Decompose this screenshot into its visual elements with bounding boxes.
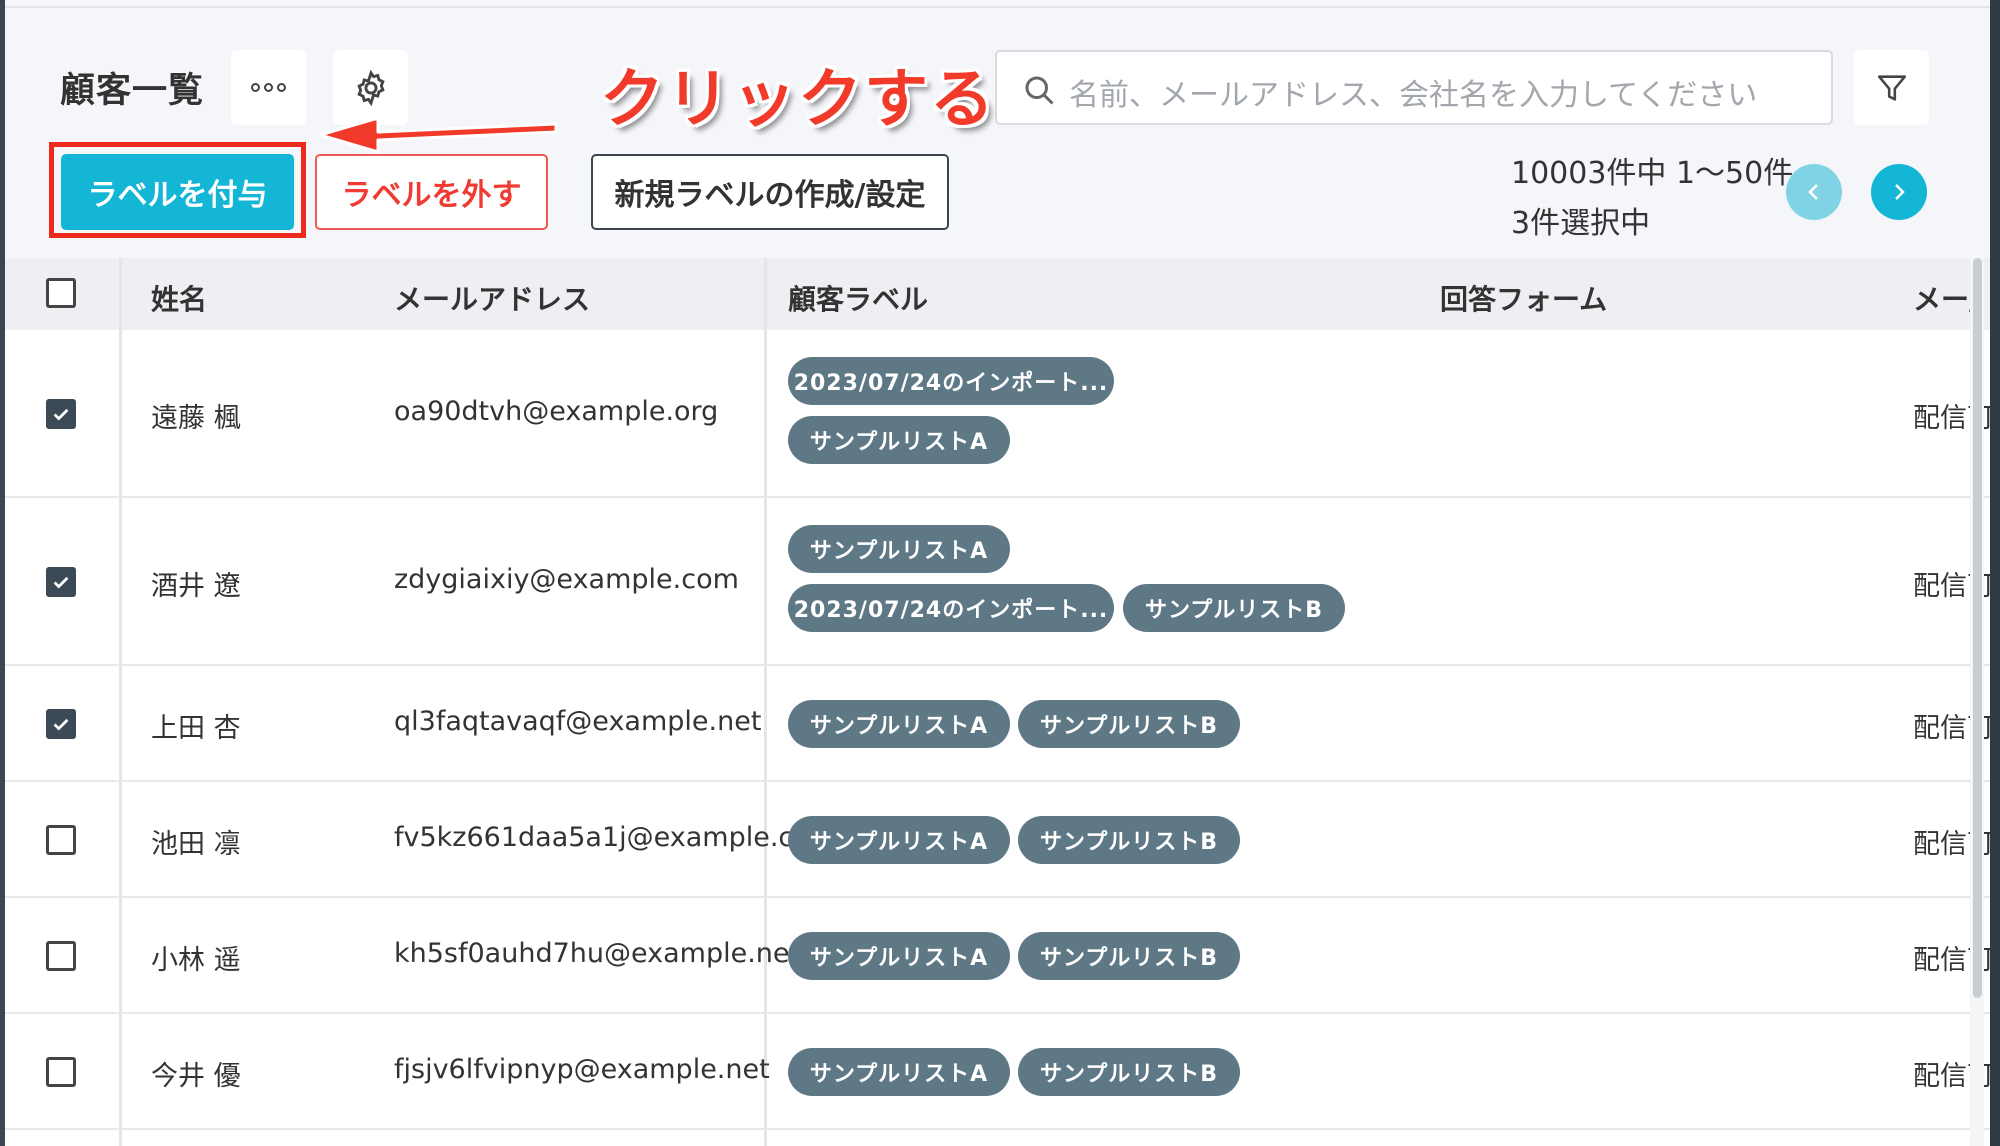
checkmark-icon [53,718,69,731]
table-row[interactable]: 遠藤 楓 oa90dtvh@example.org 2023/07/24のインポ… [5,330,1990,498]
customer-email: kh5sf0auhd7hu@example.net [394,938,801,969]
label-tag: サンプルリストA [788,1048,1010,1096]
more-dots-icon [251,83,286,92]
table-row[interactable]: 池田 凛 fv5kz661daa5a1j@example.c... サンプルリス… [5,782,1990,898]
page-title: 顧客一覧 [60,71,205,111]
remove-label-button[interactable]: ラベルを外す [315,154,548,230]
table-header: 姓名 メールアドレス 顧客ラベル 回答フォーム メー/ [5,258,1990,330]
label-tag: 2023/07/24のインポート... [788,584,1114,632]
label-tag: 2023/07/24のインポート... [788,357,1114,405]
table-row[interactable]: 酒井 遼 zdygiaixiy@example.com サンプルリストA 202… [5,498,1990,666]
column-name: 姓名 [151,283,208,316]
label-tag: サンプルリストB [1018,932,1240,980]
customer-name: 遠藤 楓 [151,403,241,434]
filter-button[interactable] [1854,50,1929,125]
customer-list-app: 顧客一覧 クリックする 名前、メールアドレス、会社名を入力してください ラベルを… [0,0,2000,1146]
search-icon [1021,72,1057,108]
table-row[interactable]: 小林 遥 kh5sf0auhd7hu@example.net サンプルリストA … [5,898,1990,1014]
filter-icon [1877,74,1906,101]
column-form: 回答フォーム [1440,283,1608,316]
customer-name: 上田 杏 [151,713,241,744]
add-label-button[interactable]: ラベルを付与 [61,154,294,230]
label-tag: サンプルリストA [788,416,1010,464]
gear-icon [356,69,385,106]
row-checkbox[interactable] [46,567,76,597]
result-count: 10003件中 1〜50件 [1511,156,1794,191]
customer-email: ql3faqtavaqf@example.net [394,706,762,737]
row-checkbox[interactable] [46,825,76,855]
customer-name: 酒井 遼 [151,571,241,602]
customer-name: 今井 優 [151,1061,241,1092]
customer-table: 姓名 メールアドレス 顧客ラベル 回答フォーム メー/ 遠藤 楓 oa90dtv… [5,258,1990,1146]
customer-email: fv5kz661daa5a1j@example.c... [394,822,820,853]
label-tag: サンプルリストA [788,932,1010,980]
table-row[interactable]: 上田 杏 ql3faqtavaqf@example.net サンプルリストA サ… [5,666,1990,782]
label-tag: サンプルリストA [788,816,1010,864]
row-checkbox[interactable] [46,399,76,429]
table-row[interactable]: 今井 優 fjsjv6lfvipnyp@example.net サンプルリストA… [5,1014,1990,1130]
customer-email: fjsjv6lfvipnyp@example.net [394,1054,770,1085]
new-label-settings-button[interactable]: 新規ラベルの作成/設定 [591,154,949,230]
label-tag: サンプルリストB [1018,700,1240,748]
customer-email: zdygiaixiy@example.com [394,564,739,595]
checkmark-icon [53,576,69,589]
checkmark-icon [53,408,69,421]
row-checkbox[interactable] [46,941,76,971]
label-tag: サンプルリストB [1123,584,1345,632]
next-page-button[interactable] [1871,164,1927,220]
customer-email: oa90dtvh@example.org [394,396,719,427]
chevron-left-icon [1808,184,1818,200]
prev-page-button[interactable] [1786,164,1842,220]
chevron-right-icon [1895,184,1905,200]
click-annotation-text: クリックする [600,63,996,137]
right-edge [1990,0,2000,1146]
selected-count: 3件選択中 [1511,206,1651,241]
label-tag: サンプルリストB [1018,1048,1240,1096]
label-tag: サンプルリストB [1018,816,1240,864]
label-tag: サンプルリストA [788,700,1010,748]
scrollbar-thumb[interactable] [1973,258,1982,998]
column-email: メールアドレス [394,283,591,316]
row-checkbox[interactable] [46,709,76,739]
customer-name: 池田 凛 [151,829,241,860]
customer-name: 小林 遥 [151,945,241,976]
search-input[interactable]: 名前、メールアドレス、会社名を入力してください [995,50,1833,125]
select-all-checkbox[interactable] [46,278,76,308]
more-options-button[interactable] [231,50,306,125]
page-header: 顧客一覧 クリックする 名前、メールアドレス、会社名を入力してください ラベルを… [0,0,1990,258]
column-labels: 顧客ラベル [788,283,929,316]
row-checkbox[interactable] [46,1057,76,1087]
label-tag: サンプルリストA [788,525,1010,573]
search-placeholder: 名前、メールアドレス、会社名を入力してください [1069,78,1758,113]
